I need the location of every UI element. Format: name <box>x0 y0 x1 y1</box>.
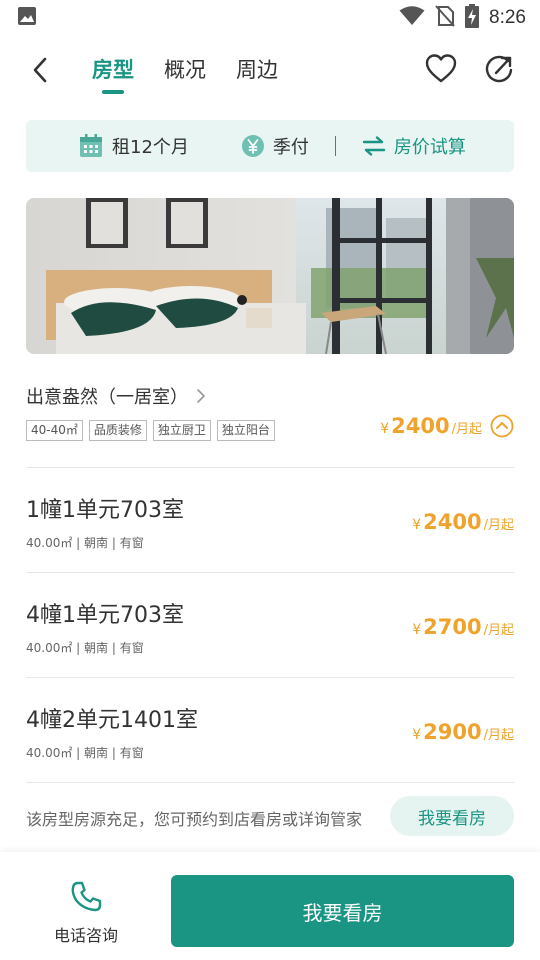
price-unit: /月起 <box>483 623 514 638</box>
room-name: 1幢1单元703室 <box>26 498 184 523</box>
chevron-right-icon <box>197 389 205 403</box>
share-button[interactable] <box>482 52 518 88</box>
share-icon <box>485 55 513 83</box>
lease-term-label: 租12个月 <box>112 137 189 158</box>
price-amount: 2700 <box>423 615 482 639</box>
tab-surroundings[interactable]: 周边 <box>236 54 278 84</box>
room-item[interactable]: 1幢1单元703室 40.00㎡ | 朝南 | 有窗 ¥ 2400 /月起 <box>26 468 514 572</box>
availability-notice: 该房型房源充足，您可预约到店看房或详询管家 <box>26 810 363 829</box>
room-price: ¥ 2400 /月起 <box>412 510 514 534</box>
divider <box>26 782 514 783</box>
room-photo[interactable] <box>26 198 514 354</box>
price-amount: 2400 <box>423 510 482 534</box>
room-meta: 40.00㎡ | 朝南 | 有窗 <box>26 746 144 760</box>
bottom-action-bar: 电话咨询 我要看房 <box>0 852 540 960</box>
heart-icon <box>425 54 457 83</box>
tag-decoration: 品质装修 <box>88 420 147 441</box>
phone-consult-button[interactable]: 电话咨询 <box>48 880 124 946</box>
room-name: 4幢2单元1401室 <box>26 708 198 733</box>
book-viewing-button-small[interactable]: 我要看房 <box>390 796 514 836</box>
price-currency: ¥ <box>412 517 422 533</box>
payment-method[interactable]: 季付 <box>241 133 309 159</box>
calendar-icon <box>80 134 102 157</box>
price-currency: ¥ <box>380 421 390 437</box>
tab-overview[interactable]: 概况 <box>164 54 206 84</box>
tab-bar: 房型 概况 周边 <box>92 54 278 84</box>
image-notification-icon <box>16 5 38 31</box>
status-bar: 8:26 <box>0 0 540 36</box>
lease-term[interactable]: 租12个月 <box>78 133 189 159</box>
price-calculator-button[interactable]: 房价试算 <box>362 133 466 159</box>
price-unit: /月起 <box>483 518 514 533</box>
tag-kitchen-bath: 独立厨卫 <box>152 420 211 441</box>
room-meta: 40.00㎡ | 朝南 | 有窗 <box>26 536 144 550</box>
price-calculator-label: 房价试算 <box>393 137 466 158</box>
price-unit: /月起 <box>451 422 482 437</box>
divider <box>334 136 336 156</box>
room-type-title[interactable]: 出意盎然（一居室） <box>26 383 206 409</box>
wifi-icon <box>399 6 425 30</box>
room-price: ¥ 2700 /月起 <box>412 615 514 639</box>
no-sim-icon <box>435 5 455 31</box>
price-unit: /月起 <box>483 728 514 743</box>
chevron-up-circle-icon <box>490 414 514 438</box>
rent-info-strip: 租12个月 季付 房价试算 <box>26 120 514 172</box>
phone-consult-label: 电话咨询 <box>53 926 118 945</box>
price-currency: ¥ <box>412 727 422 743</box>
room-type-price: ¥ 2400 /月起 <box>380 414 514 438</box>
room-item[interactable]: 4幢2单元1401室 40.00㎡ | 朝南 | 有窗 ¥ 2900 /月起 <box>26 678 514 782</box>
chevron-left-icon <box>33 57 47 83</box>
price-amount: 2900 <box>423 720 482 744</box>
room-type-name: 出意盎然（一居室） <box>26 387 188 408</box>
book-viewing-button[interactable]: 我要看房 <box>171 875 514 947</box>
swap-arrows-icon <box>362 136 386 156</box>
payment-method-label: 季付 <box>272 137 309 158</box>
room-type-tags: 40-40㎡ 品质装修 独立厨卫 独立阳台 <box>26 420 275 441</box>
tag-balcony: 独立阳台 <box>216 420 275 441</box>
price-currency: ¥ <box>412 622 422 638</box>
battery-charging-icon <box>465 4 480 32</box>
price-amount: 2400 <box>391 414 450 438</box>
tag-area: 40-40㎡ <box>26 420 83 441</box>
yen-circle-icon <box>241 135 264 157</box>
collapse-button[interactable] <box>490 414 514 438</box>
status-time: 8:26 <box>489 7 526 28</box>
room-price: ¥ 2900 /月起 <box>412 720 514 744</box>
back-button[interactable] <box>24 52 56 88</box>
phone-icon <box>71 881 102 912</box>
tab-room-type[interactable]: 房型 <box>92 54 134 84</box>
favorite-button[interactable] <box>424 52 460 88</box>
top-nav: 房型 概况 周边 <box>0 44 540 96</box>
room-name: 4幢1单元703室 <box>26 603 184 628</box>
room-meta: 40.00㎡ | 朝南 | 有窗 <box>26 641 144 655</box>
room-item[interactable]: 4幢1单元703室 40.00㎡ | 朝南 | 有窗 ¥ 2700 /月起 <box>26 573 514 677</box>
